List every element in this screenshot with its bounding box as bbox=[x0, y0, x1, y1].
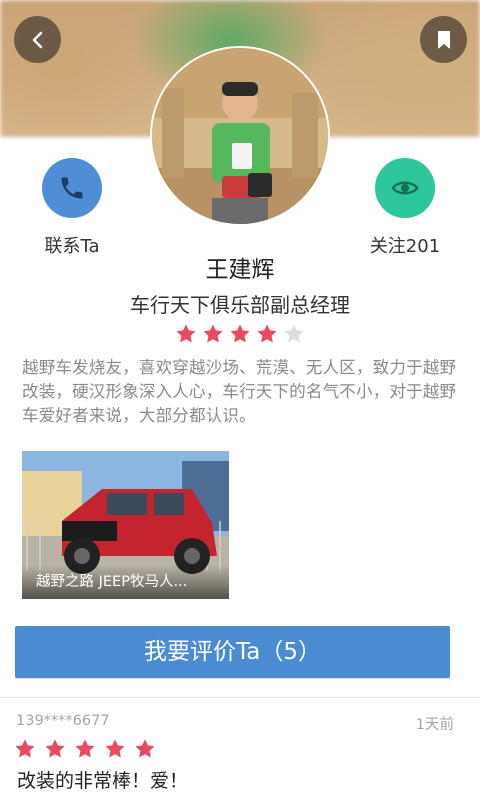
star-icon bbox=[257, 324, 277, 343]
star-icon bbox=[105, 739, 125, 758]
rate-button[interactable]: 我要评价Ta（5） bbox=[15, 626, 450, 678]
profile-name: 王建辉 bbox=[205, 257, 275, 283]
back-button[interactable] bbox=[14, 16, 61, 63]
star-icon bbox=[176, 324, 196, 343]
profile-rating bbox=[0, 323, 480, 345]
album-card-caption: 越野之路 JEEP牧马人... bbox=[22, 565, 229, 599]
contact-action[interactable]: 联系Ta bbox=[12, 158, 132, 258]
star-icon bbox=[15, 739, 35, 758]
star-icon bbox=[135, 739, 155, 758]
chevron-left-icon bbox=[32, 31, 42, 48]
review-text: 改装的非常棒！爱！ bbox=[17, 770, 189, 792]
avatar bbox=[150, 46, 330, 226]
bookmark-button[interactable] bbox=[420, 16, 467, 63]
review-time: 1天前 bbox=[415, 717, 454, 733]
profile-bio: 越野车发烧友，喜欢穿越沙场、荒漠、无人区，致力于越野改装，硬汉形象深入人心，车行… bbox=[22, 358, 457, 425]
review-rating bbox=[14, 738, 156, 760]
contact-button[interactable] bbox=[42, 158, 102, 218]
review-user: 139****6677 bbox=[16, 713, 110, 729]
star-icon bbox=[230, 324, 250, 343]
divider bbox=[0, 697, 480, 698]
star-icon bbox=[75, 739, 95, 758]
bookmark-icon bbox=[437, 30, 450, 49]
star-icon bbox=[203, 324, 223, 343]
eye-icon bbox=[391, 181, 419, 195]
star-icon bbox=[284, 324, 304, 343]
follow-action[interactable]: 关注201 bbox=[345, 158, 465, 258]
album-card[interactable]: 越野之路 JEEP牧马人... bbox=[22, 451, 229, 599]
star-icon bbox=[45, 739, 65, 758]
phone-icon bbox=[61, 177, 83, 199]
follow-button[interactable] bbox=[375, 158, 435, 218]
profile-title: 车行天下俱乐部副总经理 bbox=[130, 293, 350, 317]
